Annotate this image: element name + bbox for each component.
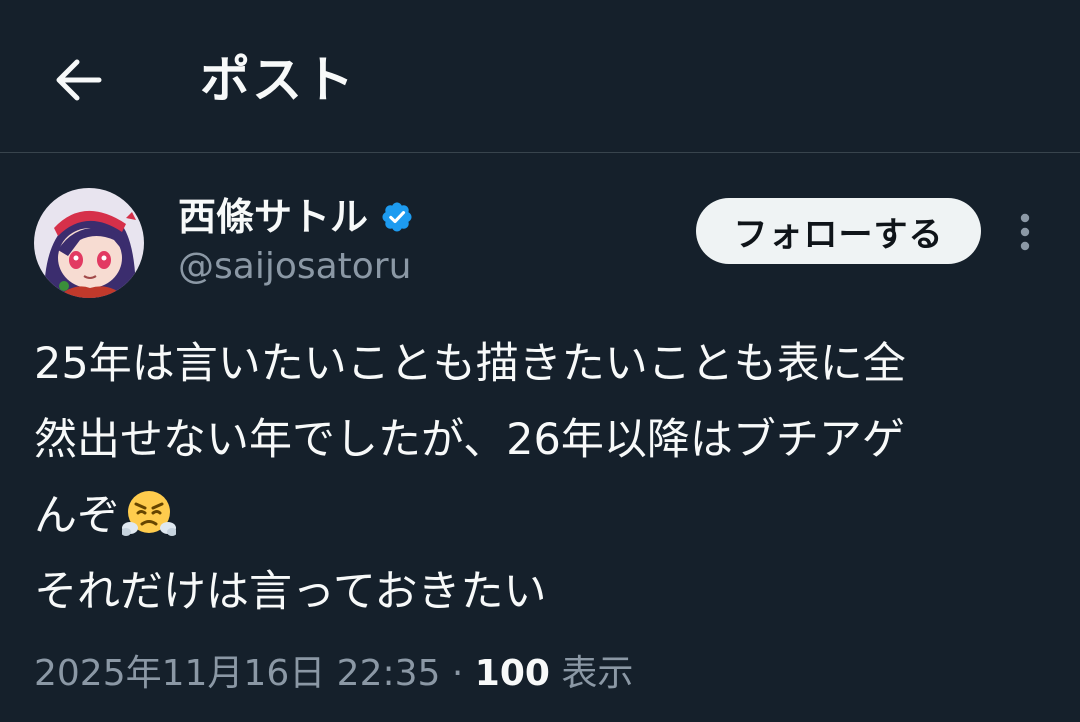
view-label: 表示: [561, 653, 634, 694]
post-line: 25年は言いたいことも描きたいことも表に全: [34, 339, 906, 389]
author-name-row[interactable]: 西條サトル: [178, 192, 414, 242]
more-vertical-icon: [1020, 213, 1030, 251]
more-options-button[interactable]: [1004, 210, 1046, 254]
back-button[interactable]: [40, 42, 116, 118]
post-line: 然出せない年でしたが、26年以降はブチアゲ: [34, 415, 905, 465]
page-title: ポスト: [200, 51, 356, 109]
verified-badge-icon: [380, 200, 414, 234]
face-with-steam-from-nose-emoji: [121, 486, 177, 540]
post-text: 25年は言いたいことも描きたいことも表に全 然出せない年でしたが、26年以降はブ…: [34, 326, 1054, 630]
view-count[interactable]: 100: [475, 653, 550, 694]
follow-button[interactable]: フォローする: [696, 198, 981, 264]
arrow-left-icon: [56, 59, 102, 101]
author-display-name[interactable]: 西條サトル: [178, 193, 368, 241]
post-line-text: んぞ: [34, 491, 120, 541]
meta-separator: ·: [451, 653, 464, 694]
author-handle[interactable]: @saijosatoru: [178, 244, 411, 290]
avatar[interactable]: [34, 188, 144, 298]
post-meta: 2025年11月16日 22:35 · 100 表示: [34, 648, 633, 700]
post-line: んぞ: [34, 478, 1054, 554]
post-line: それだけは言っておきたい: [34, 567, 547, 617]
post-timestamp[interactable]: 2025年11月16日 22:35: [34, 653, 440, 694]
top-bar: ポスト: [0, 0, 1080, 153]
